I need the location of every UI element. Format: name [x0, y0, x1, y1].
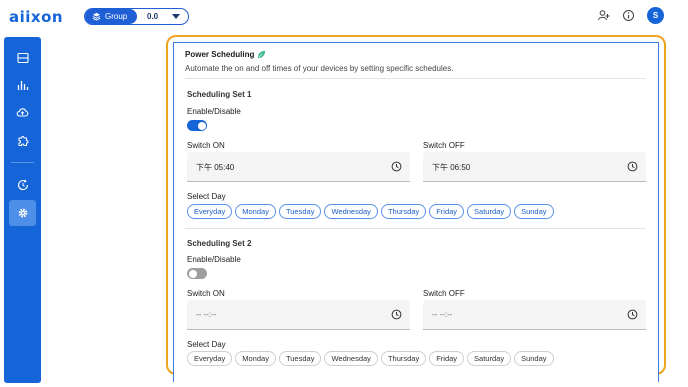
- add-user-icon[interactable]: [597, 9, 610, 22]
- enable-toggle[interactable]: [187, 120, 207, 131]
- clock-icon[interactable]: [391, 161, 402, 172]
- switch-on-value: -- --:--: [196, 310, 217, 319]
- avatar[interactable]: S: [647, 7, 664, 24]
- sidebar-item-storage[interactable]: [12, 48, 33, 68]
- set-title: Scheduling Set 1: [187, 90, 252, 99]
- switch-on-input[interactable]: -- --:--: [187, 300, 410, 330]
- toggle-knob: [188, 269, 197, 278]
- clock-icon[interactable]: [627, 309, 638, 320]
- group-selector[interactable]: Group 0.0: [84, 8, 189, 25]
- select-day-label: Select Day: [187, 192, 226, 201]
- switch-on-label: Switch ON: [187, 289, 225, 298]
- day-chip[interactable]: Thursday: [380, 204, 427, 219]
- day-chip[interactable]: Wednesday: [324, 351, 378, 366]
- switch-on-label: Switch ON: [187, 141, 225, 150]
- power-scheduling-panel: Power Scheduling Automate the on and off…: [173, 42, 659, 382]
- bar-chart-icon: [17, 81, 28, 90]
- divider: [185, 78, 646, 79]
- switch-on-input[interactable]: 下午 05:40: [187, 152, 410, 182]
- enable-label: Enable/Disable: [187, 255, 241, 264]
- clock-icon[interactable]: [627, 161, 638, 172]
- day-chip[interactable]: Everyday: [187, 204, 233, 219]
- day-chip[interactable]: Everyday: [187, 351, 233, 366]
- day-chip[interactable]: Tuesday: [278, 204, 322, 219]
- day-chip[interactable]: Sunday: [514, 351, 554, 366]
- day-chip[interactable]: Sunday: [514, 204, 554, 219]
- enable-toggle[interactable]: [187, 268, 207, 279]
- switch-off-value: 下午 06:50: [432, 163, 471, 172]
- sidebar-item-history[interactable]: [12, 175, 33, 195]
- day-chips: Everyday Monday Tuesday Wednesday Thursd…: [187, 351, 554, 366]
- sidebar-item-cloud[interactable]: [12, 102, 33, 122]
- panel-description: Automate the on and off times of your de…: [185, 64, 454, 73]
- group-label: Group: [105, 12, 128, 21]
- logo: aiixon: [9, 8, 64, 26]
- day-chip[interactable]: Saturday: [467, 351, 512, 366]
- switch-off-value: -- --:--: [432, 310, 453, 319]
- layers-icon: [92, 12, 101, 21]
- chevron-down-icon[interactable]: [172, 14, 180, 19]
- sidebar-divider: [11, 162, 34, 163]
- set-title: Scheduling Set 2: [187, 239, 252, 248]
- switch-off-input[interactable]: 下午 06:50: [423, 152, 646, 182]
- switch-on-value: 下午 05:40: [196, 163, 235, 172]
- day-chips: Everyday Monday Tuesday Wednesday Thursd…: [187, 204, 554, 219]
- puzzle-icon: [18, 136, 28, 146]
- day-chip[interactable]: Friday: [429, 204, 465, 219]
- day-chip[interactable]: Saturday: [467, 204, 512, 219]
- sidebar-item-analytics[interactable]: [12, 75, 33, 95]
- sidebar: [4, 37, 41, 383]
- day-chip[interactable]: Monday: [235, 351, 276, 366]
- switch-off-input[interactable]: -- --:--: [423, 300, 646, 330]
- toggle-knob: [197, 121, 206, 130]
- group-pill[interactable]: Group: [85, 9, 137, 24]
- day-chip[interactable]: Wednesday: [324, 204, 378, 219]
- sidebar-item-plugins[interactable]: [12, 131, 33, 151]
- refresh-clock-icon: [17, 179, 28, 191]
- top-bar: aiixon Group 0.0 S: [0, 0, 688, 33]
- panel-title: Power Scheduling: [185, 50, 255, 59]
- switch-off-label: Switch OFF: [423, 141, 465, 150]
- day-chip[interactable]: Tuesday: [278, 351, 322, 366]
- storage-icon: [16, 52, 29, 64]
- select-day-label: Select Day: [187, 340, 226, 349]
- day-chip[interactable]: Monday: [235, 204, 276, 219]
- leaf-icon: [257, 50, 266, 59]
- cloud-upload-icon: [16, 108, 29, 117]
- clock-icon[interactable]: [391, 309, 402, 320]
- switch-off-label: Switch OFF: [423, 289, 465, 298]
- group-version: 0.0: [147, 12, 159, 21]
- divider: [185, 228, 646, 229]
- sidebar-item-settings[interactable]: [9, 200, 36, 226]
- day-chip[interactable]: Friday: [429, 351, 465, 366]
- info-icon[interactable]: [622, 9, 635, 22]
- gear-icon: [18, 208, 27, 218]
- day-chip[interactable]: Thursday: [380, 351, 427, 366]
- enable-label: Enable/Disable: [187, 107, 241, 116]
